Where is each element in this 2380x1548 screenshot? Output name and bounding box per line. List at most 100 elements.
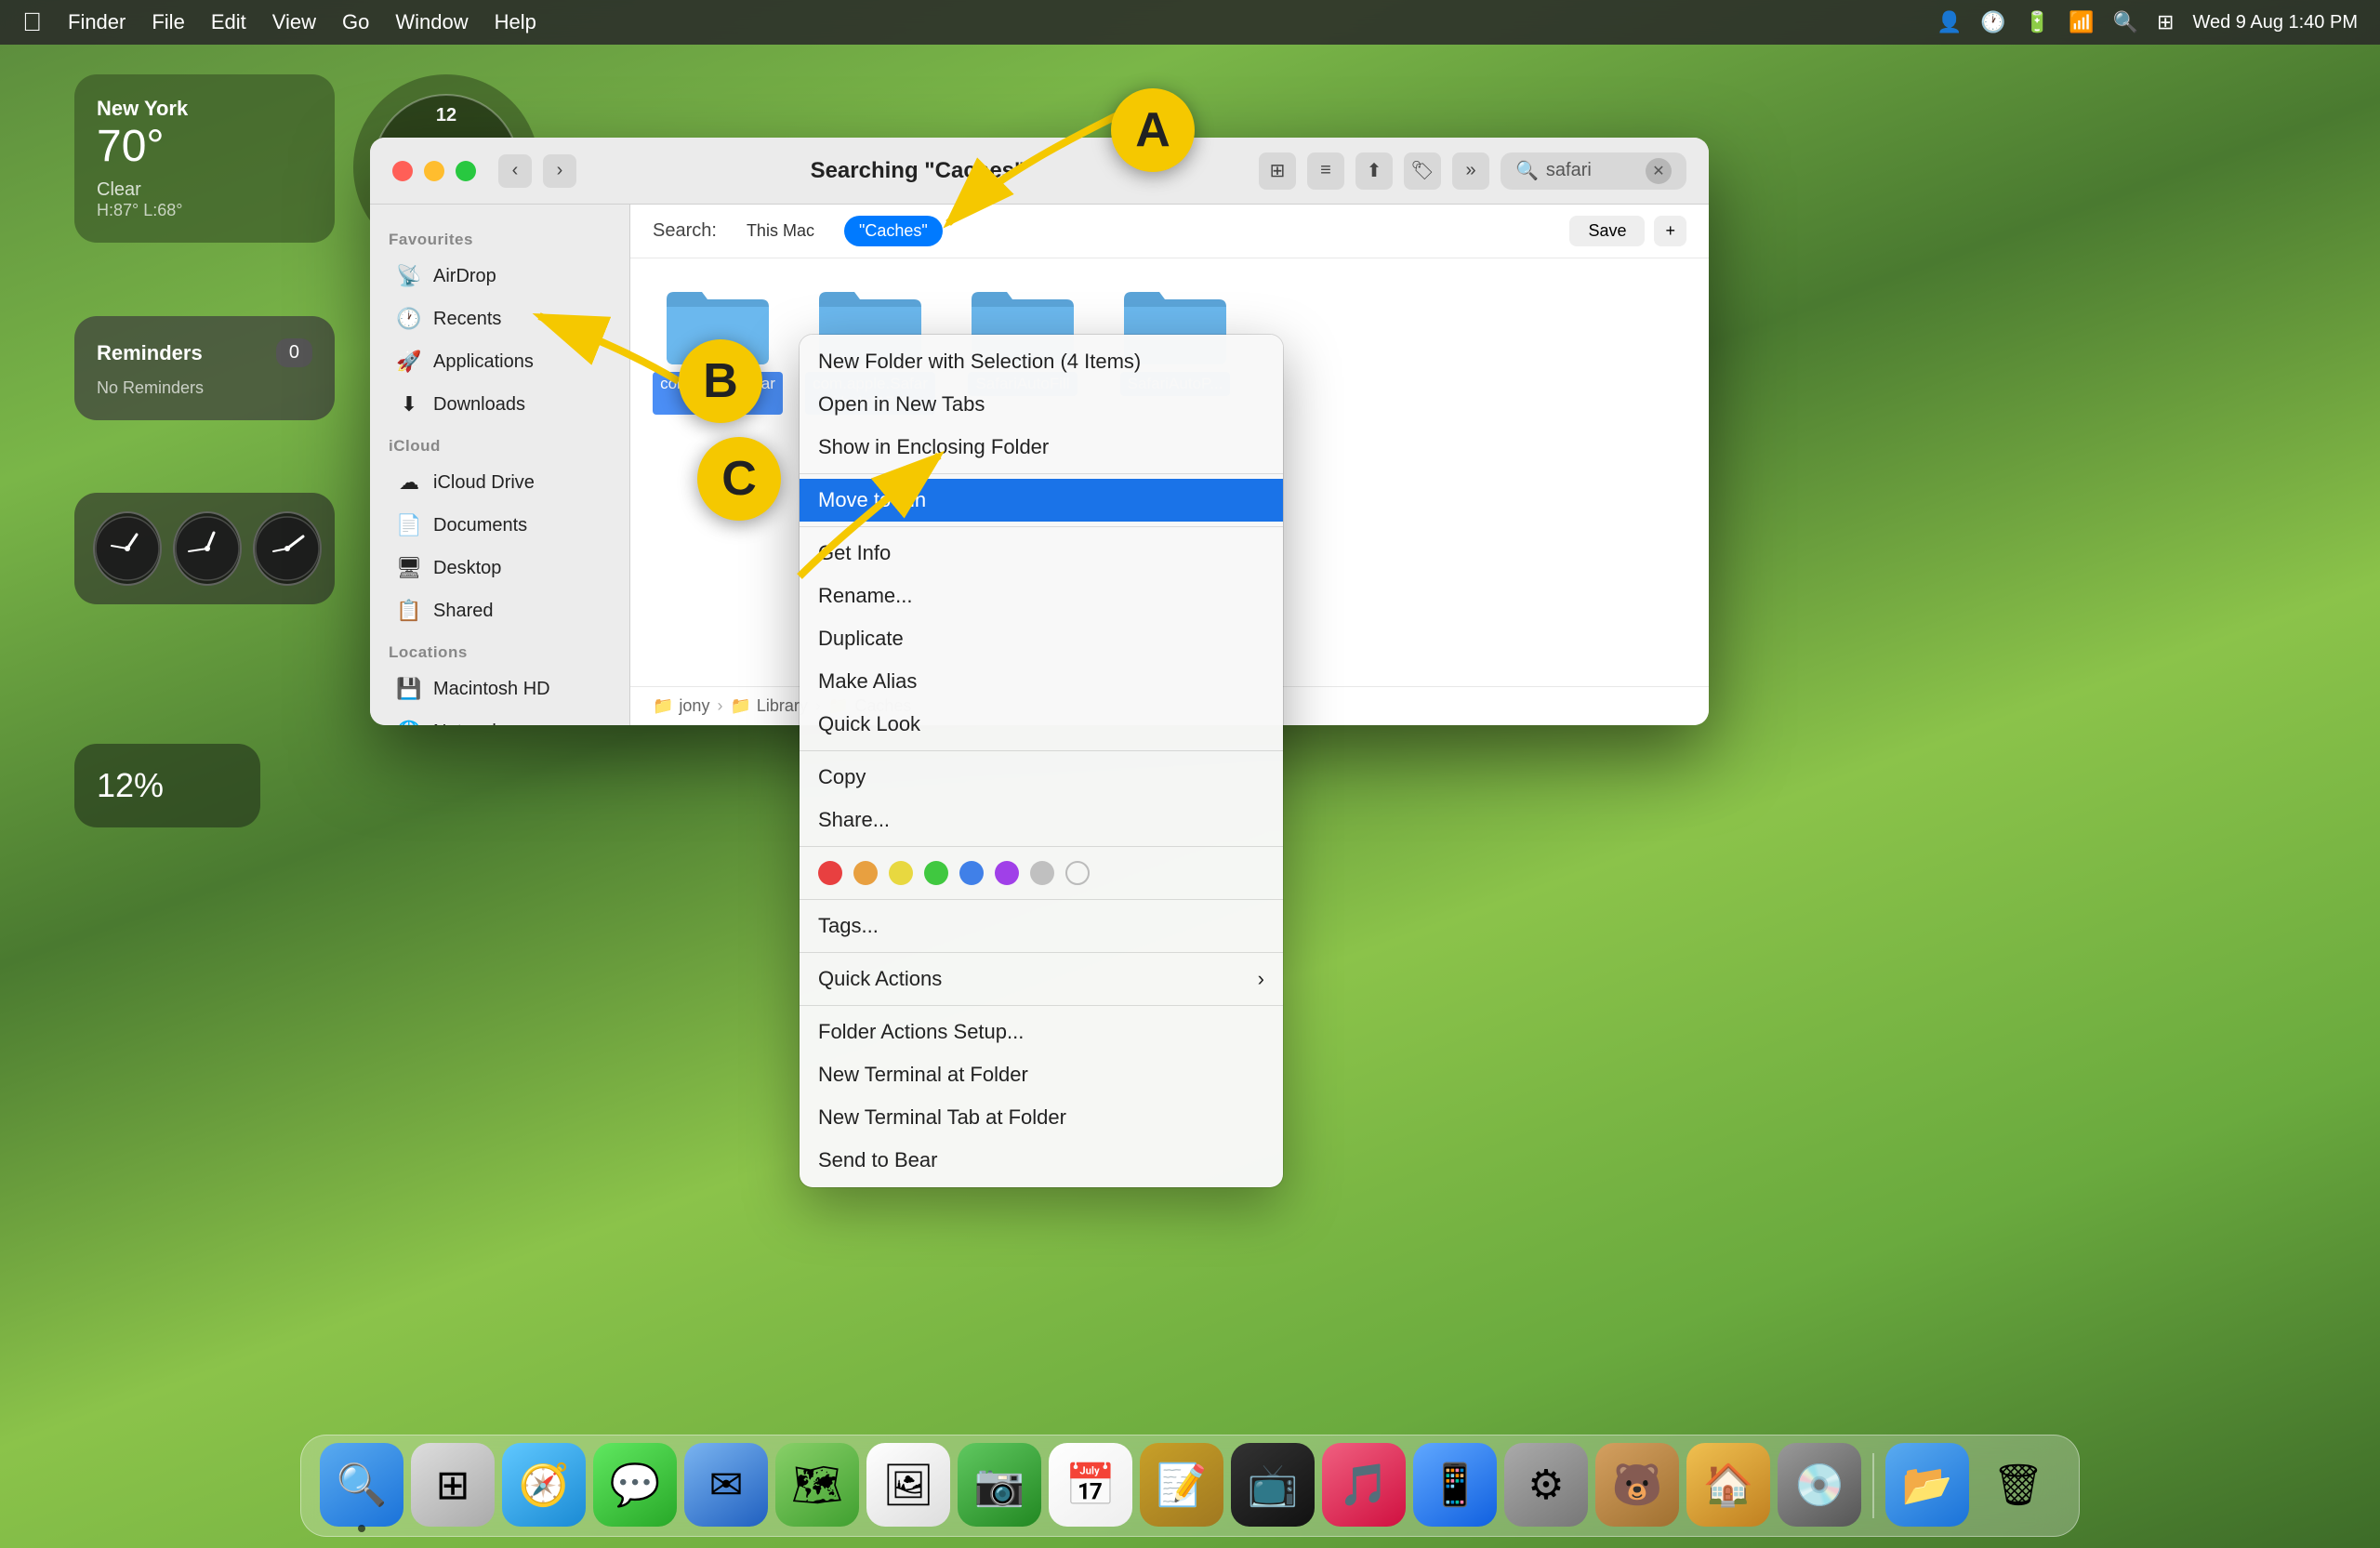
dock-finder2[interactable]: 📂 <box>1885 1443 1969 1527</box>
search-scope-this-mac[interactable]: This Mac <box>732 216 829 246</box>
ctx-new-folder[interactable]: New Folder with Selection (4 Items) <box>800 340 1283 383</box>
add-button[interactable]: + <box>1654 216 1686 246</box>
mail-icon: ✉ <box>709 1462 744 1509</box>
dock-bear[interactable]: 🐻 <box>1595 1443 1679 1527</box>
ctx-duplicate[interactable]: Duplicate <box>800 617 1283 660</box>
tag-blue[interactable] <box>959 861 984 885</box>
menu-file[interactable]: File <box>152 10 184 34</box>
sidebar-item-documents[interactable]: 📄 Documents <box>377 504 622 547</box>
dock-messages[interactable]: 💬 <box>593 1443 677 1527</box>
sidebar-item-shared[interactable]: 📋 Shared <box>377 589 622 632</box>
dock-trash[interactable]: 🗑 <box>1977 1443 2060 1527</box>
wifi-icon[interactable]: 📶 <box>2069 10 2094 34</box>
ctx-sep-6 <box>800 952 1283 953</box>
dock-diskutility[interactable]: 💿 <box>1778 1443 1861 1527</box>
save-button[interactable]: Save <box>1569 216 1645 246</box>
sidebar-item-airdrop[interactable]: 📡 AirDrop <box>377 255 622 298</box>
tag-button[interactable]: 🏷 <box>1404 152 1441 190</box>
dock-facetime[interactable]: 📷 <box>958 1443 1041 1527</box>
ctx-make-alias[interactable]: Make Alias <box>800 660 1283 703</box>
dock-maps[interactable]: 🗺 <box>775 1443 859 1527</box>
annotation-b: B <box>679 339 762 423</box>
sidebar-label-shared: Shared <box>433 601 494 622</box>
minimize-button[interactable] <box>424 161 444 181</box>
tag-orange[interactable] <box>853 861 878 885</box>
ctx-quick-actions[interactable]: Quick Actions › <box>800 958 1283 1000</box>
annotation-a: A <box>1111 88 1195 172</box>
search-clear-button[interactable]: ✕ <box>1646 158 1672 184</box>
dock-mail[interactable]: ✉ <box>684 1443 768 1527</box>
dock-photos[interactable]: 🖼 <box>866 1443 950 1527</box>
dock-separator <box>1872 1453 1874 1518</box>
dock-home[interactable]: 🏠 <box>1686 1443 1770 1527</box>
tag-red[interactable] <box>818 861 842 885</box>
ctx-send-to-bear[interactable]: Send to Bear <box>800 1139 1283 1182</box>
forward-button[interactable]: › <box>543 154 576 188</box>
sidebar-item-macintosh-hd[interactable]: 💾 Macintosh HD <box>377 668 622 710</box>
weather-city: New York <box>97 97 312 121</box>
music-icon: 🎵 <box>1339 1461 1390 1509</box>
annotation-a-arrow <box>920 102 1144 232</box>
dock-appstore[interactable]: 📱 <box>1413 1443 1497 1527</box>
tag-yellow[interactable] <box>889 861 913 885</box>
search-scope-bar: Search: This Mac "Caches" Save + <box>630 205 1709 258</box>
menu-help[interactable]: Help <box>495 10 536 34</box>
dock-launchpad[interactable]: ⊞ <box>411 1443 495 1527</box>
clock-icon[interactable]: 🕐 <box>1980 10 2005 34</box>
ctx-new-terminal[interactable]: New Terminal at Folder <box>800 1053 1283 1096</box>
tag-gray[interactable] <box>1030 861 1054 885</box>
dock-systemprefs[interactable]: ⚙ <box>1504 1443 1588 1527</box>
close-button[interactable] <box>392 161 413 181</box>
analog-clock-2 <box>173 511 242 586</box>
tag-none[interactable] <box>1065 861 1090 885</box>
finder-icon: 🔍 <box>337 1461 388 1509</box>
sidebar-item-icloud-drive[interactable]: ☁ iCloud Drive <box>377 461 622 504</box>
calendar-icon: 📅 <box>1065 1461 1117 1509</box>
ctx-tags[interactable]: Tags... <box>800 905 1283 947</box>
dock-finder[interactable]: 🔍 <box>320 1443 403 1527</box>
finder2-icon: 📂 <box>1902 1461 1953 1509</box>
view-list-button[interactable]: ≡ <box>1307 152 1344 190</box>
menu-view[interactable]: View <box>272 10 316 34</box>
breadcrumb-icon-1: 📁 <box>730 696 750 716</box>
analog-clocks-widget <box>74 493 335 604</box>
user-icon[interactable]: 👤 <box>1937 10 1962 34</box>
dock-calendar[interactable]: 📅 <box>1049 1443 1132 1527</box>
tag-purple[interactable] <box>995 861 1019 885</box>
apple-menu[interactable]:  <box>22 7 42 37</box>
sidebar-item-desktop[interactable]: 🖥 Desktop <box>377 547 622 589</box>
sidebar-item-network[interactable]: 🌐 Network <box>377 710 622 725</box>
dock-appletv[interactable]: 📺 <box>1231 1443 1315 1527</box>
dock-finder-dot <box>358 1525 365 1532</box>
dock-music[interactable]: 🎵 <box>1322 1443 1406 1527</box>
view-grid-button[interactable]: ⊞ <box>1259 152 1296 190</box>
dock-safari[interactable]: 🧭 <box>502 1443 586 1527</box>
fullscreen-button[interactable] <box>456 161 476 181</box>
search-icon[interactable]: 🔍 <box>2113 10 2138 34</box>
ctx-quick-look[interactable]: Quick Look <box>800 703 1283 746</box>
ctx-folder-actions-setup[interactable]: Folder Actions Setup... <box>800 1011 1283 1053</box>
breadcrumb-icon-0: 📁 <box>653 696 673 716</box>
battery-widget: 12% <box>74 744 260 827</box>
launchpad-icon: ⊞ <box>436 1462 470 1509</box>
dock-notes[interactable]: 📝 <box>1140 1443 1223 1527</box>
menu-finder[interactable]: Finder <box>68 10 126 34</box>
ctx-new-terminal-tab[interactable]: New Terminal Tab at Folder <box>800 1096 1283 1139</box>
airdrop-icon: 📡 <box>396 264 422 288</box>
sidebar-section-locations: Locations <box>370 632 629 668</box>
menu-edit[interactable]: Edit <box>211 10 246 34</box>
menu-window[interactable]: Window <box>395 10 468 34</box>
battery-icon[interactable]: 🔋 <box>2025 10 2050 34</box>
control-center-icon[interactable]: ⊞ <box>2157 10 2174 34</box>
more-button[interactable]: » <box>1452 152 1489 190</box>
ctx-open-new-tabs[interactable]: Open in New Tabs <box>800 383 1283 426</box>
back-button[interactable]: ‹ <box>498 154 532 188</box>
share-button[interactable]: ⬆ <box>1355 152 1393 190</box>
tag-green[interactable] <box>924 861 948 885</box>
reminders-badge: 0 <box>276 338 312 367</box>
search-bar[interactable]: 🔍 safari ✕ <box>1501 152 1686 190</box>
ctx-share[interactable]: Share... <box>800 799 1283 841</box>
network-icon: 🌐 <box>396 720 422 725</box>
menu-go[interactable]: Go <box>342 10 369 34</box>
ctx-copy[interactable]: Copy <box>800 756 1283 799</box>
